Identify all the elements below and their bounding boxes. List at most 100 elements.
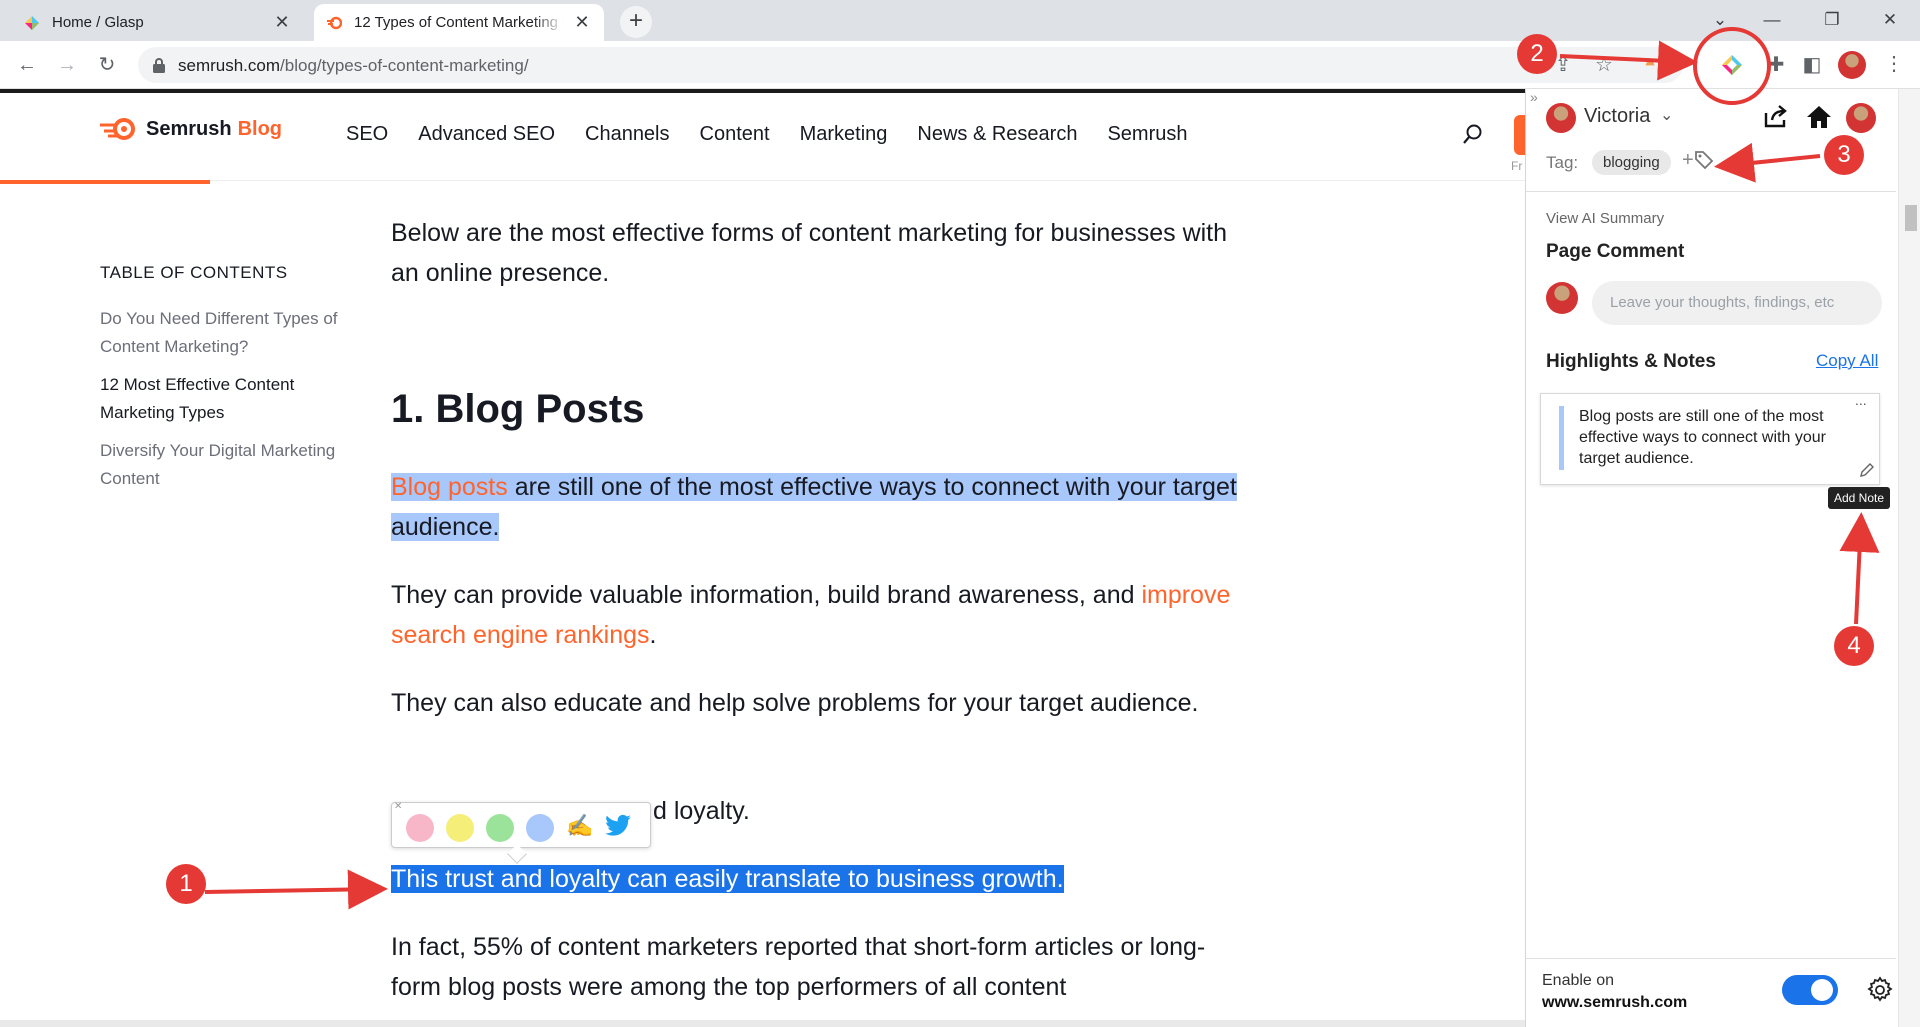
tag-label: Tag: (1546, 153, 1579, 172)
nav-advanced-seo[interactable]: Advanced SEO (418, 123, 555, 146)
color-green-button[interactable] (486, 814, 514, 842)
view-ai-summary-link[interactable]: View AI Summary (1546, 210, 1664, 227)
nav-semrush[interactable]: Semrush (1107, 123, 1187, 146)
nav-news-research[interactable]: News & Research (917, 123, 1077, 146)
back-icon[interactable]: ← (12, 50, 42, 80)
semrush-logo-icon (100, 118, 135, 140)
nav-content[interactable]: Content (700, 123, 770, 146)
add-tag-button[interactable]: + (1682, 149, 1714, 172)
annotation-badge-2: 2 (1517, 34, 1557, 74)
user-avatar[interactable] (1546, 103, 1576, 133)
extensions-puzzle-icon[interactable]: ✚ (1764, 53, 1788, 77)
tab-close-icon[interactable]: ✕ (572, 12, 592, 33)
new-tab-button[interactable]: + (620, 6, 652, 38)
twitter-icon[interactable] (604, 814, 632, 838)
copy-all-link[interactable]: Copy All (1816, 351, 1878, 371)
tab-strip: Home / Glasp ✕ 12 Types of Content Marke… (0, 0, 1920, 41)
commenter-avatar (1546, 282, 1578, 314)
restore-icon[interactable]: ❐ (1812, 6, 1852, 34)
toc-title: TABLE OF CONTENTS (100, 263, 288, 282)
blog-posts-link[interactable]: Blog posts (391, 473, 508, 501)
enable-domain: www.semrush.com (1542, 994, 1688, 1011)
tab-glasp-home[interactable]: Home / Glasp ✕ (12, 4, 304, 41)
article-paragraph: They can also educate and help solve pro… (391, 689, 1199, 717)
glasp-extension-icon[interactable] (1720, 53, 1744, 77)
tab-search-chevron-icon[interactable]: ⌄ (1700, 6, 1740, 34)
header-fragment: Fr (1511, 159, 1523, 173)
glasp-sidebar: » Victoria ⌄ Tag: blogging + View AI Sum… (1525, 89, 1920, 1027)
nav-seo[interactable]: SEO (346, 123, 388, 146)
lock-icon (153, 58, 165, 73)
table-of-contents: TABLE OF CONTENTS Do You Need Different … (100, 263, 360, 503)
add-note-tooltip: Add Note (1828, 487, 1891, 509)
article-heading: 1. Blog Posts (391, 387, 645, 431)
semrush-favicon-icon (327, 16, 342, 29)
bottom-scroll-strip (0, 1020, 1525, 1027)
extension-icon[interactable]: ◓ (1638, 53, 1662, 77)
annotation-badge-3: 3 (1824, 135, 1864, 175)
nav-marketing[interactable]: Marketing (800, 123, 888, 146)
color-pink-button[interactable] (406, 814, 434, 842)
close-window-icon[interactable]: ✕ (1870, 6, 1910, 34)
enable-toggle[interactable] (1782, 975, 1838, 1005)
glasp-highlight[interactable]: Blog posts are still one of the most eff… (391, 473, 1237, 541)
more-options-icon[interactable]: ... (1855, 392, 1867, 408)
profile-avatar[interactable] (1838, 51, 1866, 79)
user-name[interactable]: Victoria (1584, 105, 1650, 128)
enable-on-site: Enable on www.semrush.com (1542, 970, 1687, 1014)
try-free-button[interactable] (1514, 115, 1525, 155)
sidebar-scrollbar[interactable] (1898, 89, 1920, 1027)
nav-channels[interactable]: Channels (585, 123, 670, 146)
article-paragraph: They can provide valuable information, b… (391, 581, 1231, 649)
gear-icon[interactable] (1866, 976, 1894, 1004)
bookmark-star-icon[interactable]: ☆ (1592, 53, 1616, 77)
reading-progress-bar (0, 180, 210, 184)
reload-icon[interactable]: ↻ (92, 50, 122, 80)
minimize-icon[interactable]: — (1752, 6, 1792, 34)
address-bar[interactable]: semrush.com/blog/types-of-content-market… (138, 47, 1683, 83)
brand-name: Semrush (146, 117, 232, 140)
pencil-icon[interactable] (1859, 462, 1875, 478)
article-paragraph-partial: d loyalty. (653, 797, 750, 825)
tag-chip[interactable]: blogging (1592, 150, 1671, 175)
webpage: Semrush Blog SEO Advanced SEO Channels C… (0, 93, 1525, 1027)
highlight-color-bar (1559, 406, 1564, 470)
color-yellow-button[interactable] (446, 814, 474, 842)
article-intro: Below are the most effective forms of co… (391, 219, 1228, 287)
profile-avatar[interactable] (1846, 103, 1876, 133)
highlights-notes-title: Highlights & Notes (1546, 351, 1716, 372)
main-nav: SEO Advanced SEO Channels Content Market… (346, 123, 1187, 146)
chevron-down-icon[interactable]: ⌄ (1660, 105, 1673, 125)
browser-menu-icon[interactable]: ⋮ (1884, 51, 1904, 76)
highlight-color-popup: ✕ ✍ (391, 801, 651, 864)
brand-blog: Blog (237, 117, 283, 140)
side-panel-icon[interactable]: ◧ (1800, 53, 1824, 77)
divider (1526, 958, 1896, 959)
collapse-sidebar-icon[interactable]: » (1530, 89, 1538, 105)
tab-title: Home / Glasp (52, 14, 144, 31)
search-icon[interactable] (1462, 123, 1484, 145)
tab-semrush-article[interactable]: 12 Types of Content Marketing to ✕ (314, 4, 604, 41)
text-selection[interactable]: This trust and loyalty can easily transl… (391, 865, 1064, 893)
toc-item-current[interactable]: 12 Most Effective Content Marketing Type… (100, 371, 360, 427)
forward-icon[interactable]: → (52, 50, 82, 80)
note-pen-icon[interactable]: ✍ (566, 813, 593, 839)
url-text: semrush.com/blog/types-of-content-market… (178, 56, 529, 75)
toc-item[interactable]: Diversify Your Digital Marketing Content (100, 437, 360, 493)
page-comment-input[interactable]: Leave your thoughts, findings, etc (1592, 281, 1882, 325)
tag-icon (1694, 151, 1713, 170)
highlighted-paragraph[interactable]: Blog posts are still one of the most eff… (391, 467, 1251, 547)
close-popup-icon[interactable]: ✕ (394, 801, 402, 812)
color-blue-button[interactable] (526, 814, 554, 842)
annotation-badge-1: 1 (166, 864, 206, 904)
selected-paragraph[interactable]: This trust and loyalty can easily transl… (391, 859, 1251, 899)
highlight-card[interactable]: Blog posts are still one of the most eff… (1540, 392, 1880, 485)
tab-close-icon[interactable]: ✕ (272, 12, 292, 33)
glasp-favicon-icon (25, 15, 39, 30)
site-header: Semrush Blog SEO Advanced SEO Channels C… (0, 93, 1525, 184)
share-icon[interactable] (1763, 105, 1789, 129)
highlight-text: Blog posts are still one of the most eff… (1579, 408, 1826, 467)
home-icon[interactable] (1806, 105, 1832, 129)
toc-item[interactable]: Do You Need Different Types of Content M… (100, 305, 360, 361)
semrush-blog-logo[interactable]: Semrush Blog (100, 117, 282, 141)
